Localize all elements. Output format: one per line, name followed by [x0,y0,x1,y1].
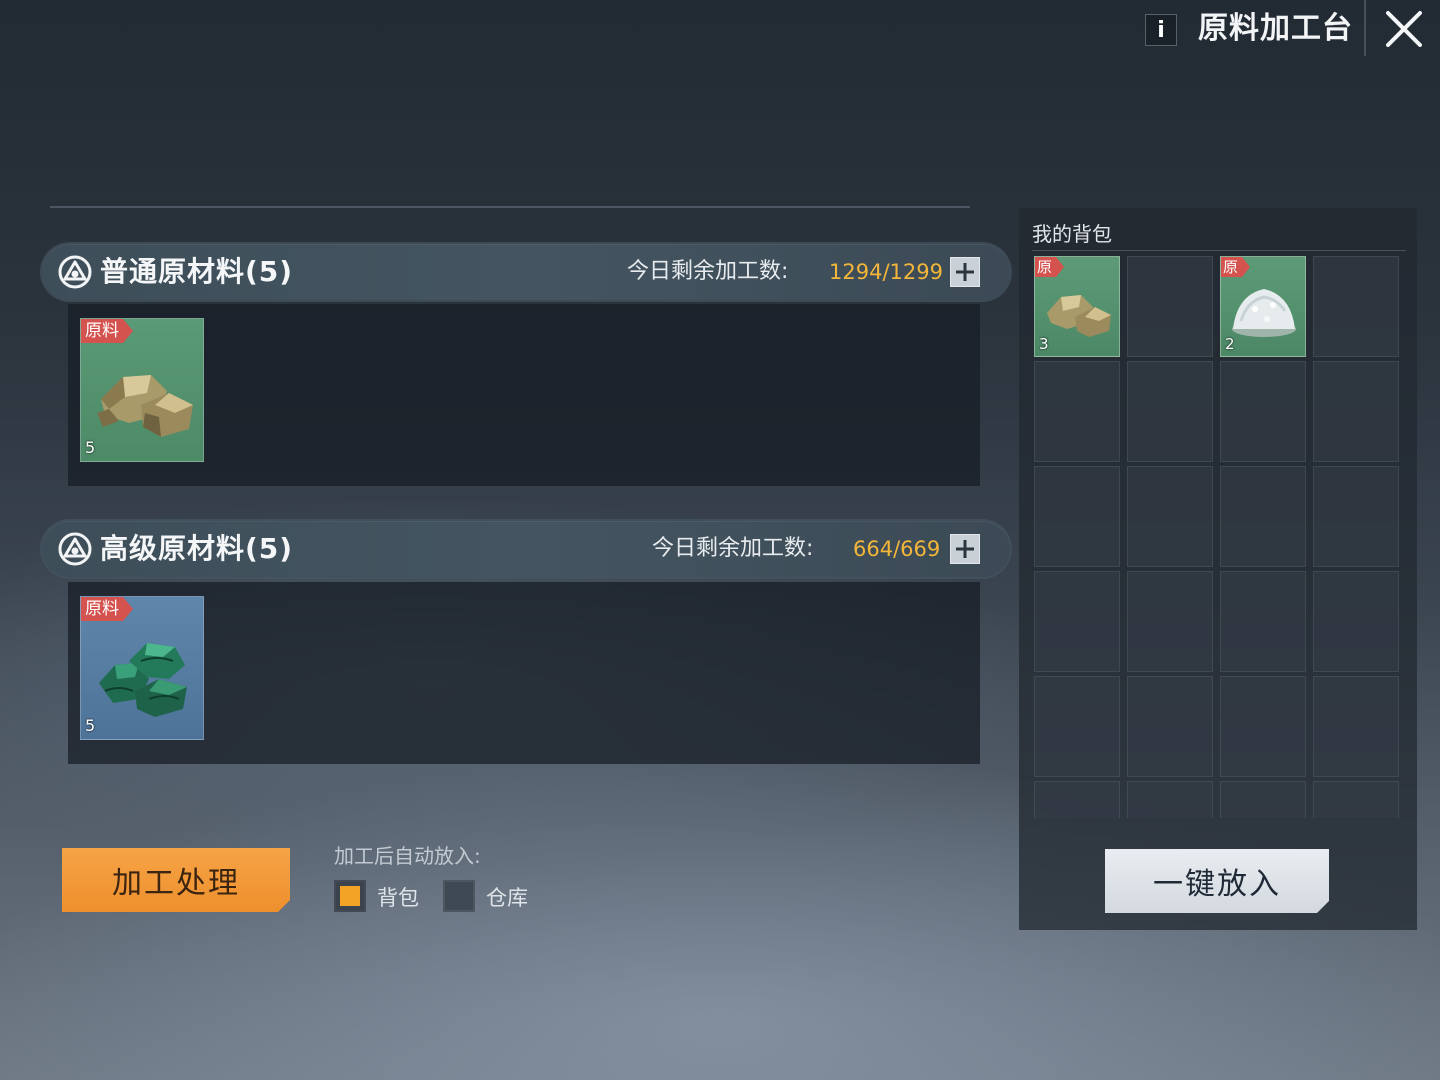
backpack-slot[interactable] [1127,361,1213,462]
top-divider [50,206,970,208]
backpack-slot[interactable]: 原 2 [1220,256,1306,357]
section-panel-normal: 原料 5 [68,304,980,486]
material-tag: 原料 [81,597,133,621]
backpack-slot[interactable] [1313,256,1399,357]
close-button[interactable] [1378,6,1430,52]
backpack-slot[interactable]: 原 3 [1034,256,1120,357]
item-count: 3 [1039,335,1049,353]
material-tag: 原料 [81,319,133,343]
item-count: 5 [85,438,96,457]
backpack-slot[interactable] [1034,571,1120,672]
material-slot[interactable]: 原料 5 [80,596,204,740]
backpack-slot[interactable] [1220,676,1306,777]
backpack-title: 我的背包 [1032,222,1112,246]
section-title: 高级原材料(5) [100,532,294,565]
material-icon [58,255,92,289]
item-count: 2 [1225,335,1235,353]
process-button[interactable]: 加工处理 [62,848,290,912]
backpack-slot[interactable] [1313,781,1399,818]
add-quota-button[interactable] [950,534,980,564]
one-click-put-button[interactable]: 一键放入 [1105,849,1329,913]
backpack-slot[interactable] [1220,781,1306,818]
warehouse-checkbox[interactable] [443,880,475,912]
material-icon [58,532,92,566]
material-tag: 原 [1035,257,1064,277]
checkbox-fill [340,886,360,906]
backpack-slot[interactable] [1127,466,1213,567]
material-slot[interactable]: 原料 5 [80,318,204,462]
backpack-slot[interactable] [1127,256,1213,357]
backpack-slot[interactable] [1034,361,1120,462]
backpack-panel: 我的背包 原 3 原 2 [1019,208,1417,930]
close-icon [1386,11,1422,47]
backpack-slot[interactable] [1127,571,1213,672]
backpack-slot[interactable] [1313,571,1399,672]
quota-label: 今日剩余加工数: [652,536,814,561]
backpack-grid: 原 3 原 2 [1034,256,1406,818]
title-divider [1364,0,1366,56]
backpack-option-label: 背包 [377,886,419,910]
backpack-slot[interactable] [1034,466,1120,567]
info-button[interactable]: i [1145,14,1177,46]
material-tag: 原 [1221,257,1250,277]
backpack-slot[interactable] [1220,466,1306,567]
gold-ore-icon [97,375,193,437]
backpack-checkbox[interactable] [334,880,366,912]
section-header-advanced: 高级原材料(5) 今日剩余加工数: 664/669 [42,521,1010,577]
backpack-slot[interactable] [1220,361,1306,462]
backpack-slot[interactable] [1034,676,1120,777]
quota-value: 1294/1299 [829,260,943,284]
section-title: 普通原材料(5) [100,255,294,288]
backpack-slot[interactable] [1313,676,1399,777]
backpack-slot[interactable] [1313,361,1399,462]
plus-icon [956,540,974,558]
backpack-slot[interactable] [1034,781,1120,818]
backpack-slot[interactable] [1127,781,1213,818]
gold-ore-icon [1047,295,1111,337]
quota-value: 664/669 [853,537,941,561]
item-count: 5 [85,716,96,735]
green-ore-icon [99,643,187,717]
backpack-slot[interactable] [1313,466,1399,567]
auto-put-label: 加工后自动放入: [334,844,481,868]
plus-icon [956,263,974,281]
quota-label: 今日剩余加工数: [627,259,789,284]
section-header-normal: 普通原材料(5) 今日剩余加工数: 1294/1299 [42,244,1010,300]
warehouse-option-label: 仓库 [486,886,528,910]
backpack-slot[interactable] [1220,571,1306,672]
white-powder-icon [1232,289,1296,337]
section-panel-advanced: 原料 5 [68,582,980,764]
backpack-slot[interactable] [1127,676,1213,777]
add-quota-button[interactable] [950,257,980,287]
page-title: 原料加工台 [1198,11,1353,46]
backpack-divider [1032,250,1406,251]
